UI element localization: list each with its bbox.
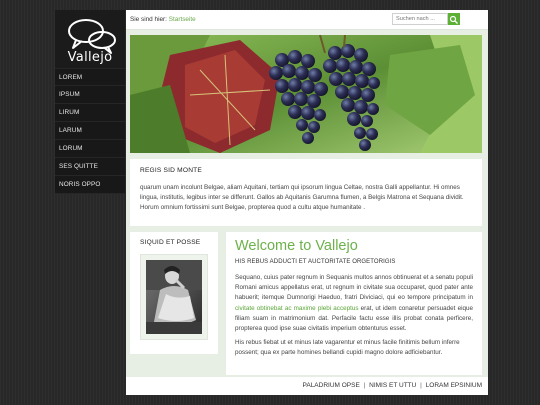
search-icon [449, 15, 458, 24]
welcome-subheading: HIS REBUS ADDUCTI ET AUCTORITATE ORGETOR… [235, 259, 396, 265]
top-bar: Sie sind hier: Startseite [126, 10, 488, 30]
search-input[interactable] [392, 13, 448, 25]
footer: PALADRIUM OPSE | NIMIS ET UTTU | LORAM E… [126, 377, 488, 395]
paragraph-1-link[interactable]: civitate obtinebat ac maxime plebi accep… [235, 305, 359, 312]
breadcrumb: Sie sind hier: Startseite [130, 16, 196, 23]
nav-item-noris-oppo[interactable]: NORIS OPPO [55, 176, 125, 194]
side-box-title: SIQUID ET POSSE [140, 239, 201, 246]
side-box: SIQUID ET POSSE [130, 232, 218, 354]
intro-box: REGIS SID MONTE quarum unam incolunt Bel… [130, 159, 482, 226]
footer-link-nimis[interactable]: NIMIS ET UTTU [369, 382, 416, 389]
paragraph-1-start: Sequano, cuius pater regnum in Sequanis … [235, 274, 473, 302]
page-content: Sie sind hier: Startseite Suchen nach ..… [126, 10, 488, 395]
welcome-paragraph-2: His rebus fiebat ut et minus late vagare… [235, 339, 460, 357]
nav-item-lorum[interactable]: LORUM [55, 140, 125, 158]
brand-name: Vallejo [67, 50, 113, 65]
welcome-box: Welcome to Vallejo HIS REBUS ADDUCTI ET … [226, 232, 482, 375]
nav-item-lorem[interactable]: LOREM [55, 68, 125, 86]
logo[interactable]: Vallejo [55, 10, 125, 68]
search-button[interactable] [448, 13, 460, 25]
welcome-heading: Welcome to Vallejo [235, 238, 358, 254]
grapes-photo [130, 35, 482, 153]
intro-title: REGIS SID MONTE [140, 167, 202, 174]
nav-item-ipsum[interactable]: IPSUM [55, 86, 125, 104]
footer-separator: | [363, 382, 366, 389]
intro-text: quarum unam incolunt Belgae, aliam Aquit… [140, 184, 464, 211]
nav-item-lirum[interactable]: LIRUM [55, 104, 125, 122]
nav-item-ses-quitte[interactable]: SES QUITTE [55, 158, 125, 176]
woman-portrait-image [146, 260, 202, 334]
footer-separator: | [420, 382, 422, 389]
main-nav: LOREM IPSUM LIRUM LARUM LORUM SES QUITTE… [55, 68, 125, 194]
footer-link-loram[interactable]: LORAM EPSINIUM [426, 382, 482, 389]
portrait-photo [140, 254, 208, 340]
nav-item-larum[interactable]: LARUM [55, 122, 125, 140]
breadcrumb-home-link[interactable]: Startseite [169, 16, 196, 23]
breadcrumb-prefix: Sie sind hier: [130, 16, 167, 23]
welcome-paragraph-1: Sequano, cuius pater regnum in Sequanis … [235, 273, 473, 334]
footer-link-paladrium[interactable]: PALADRIUM OPSE [303, 382, 360, 389]
sidebar: Vallejo LOREM IPSUM LIRUM LARUM LORUM SE… [55, 10, 125, 194]
hero-image [130, 35, 482, 153]
